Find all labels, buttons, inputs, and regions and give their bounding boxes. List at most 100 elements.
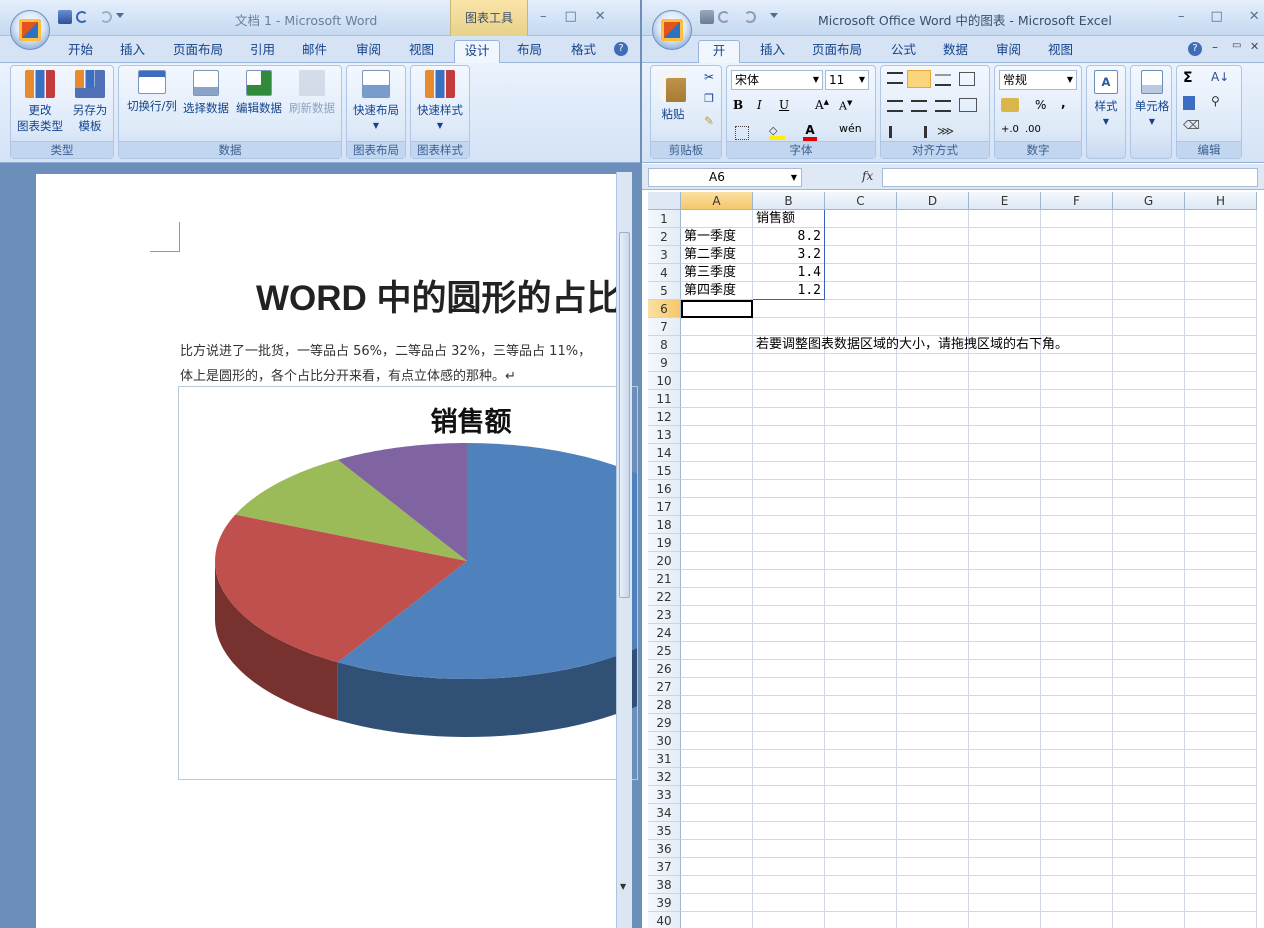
fill-icon[interactable] [1183, 96, 1195, 110]
row-header-13[interactable]: 13 [648, 426, 681, 444]
maximize-icon[interactable]: □ [1211, 9, 1223, 24]
maximize-icon[interactable]: □ [565, 9, 577, 24]
chart-frame[interactable]: 销售额 [178, 386, 638, 780]
cell-B1[interactable]: 销售额 [756, 210, 795, 228]
row-header-25[interactable]: 25 [648, 642, 681, 660]
cell-B4[interactable]: 1.4 [753, 264, 821, 282]
row-header-22[interactable]: 22 [648, 588, 681, 606]
redo-icon[interactable] [100, 11, 112, 23]
merge-center-icon[interactable] [959, 98, 977, 112]
styles-button[interactable]: A 样式 ▼ [1083, 70, 1129, 130]
column-header-F[interactable]: F [1041, 192, 1113, 210]
row-header-38[interactable]: 38 [648, 876, 681, 894]
help-icon[interactable]: ? [614, 42, 628, 56]
cells-button[interactable]: 单元格 ▼ [1127, 70, 1177, 130]
bold-button[interactable]: B [733, 98, 743, 112]
ribbon-minimize-icon[interactable]: – [1212, 40, 1218, 54]
align-middle-icon[interactable] [907, 70, 931, 88]
tab-page-layout[interactable]: 页面布局 [165, 40, 231, 63]
row-header-5[interactable]: 5 [648, 282, 681, 300]
row-header-12[interactable]: 12 [648, 408, 681, 426]
tab-references[interactable]: 引用 [242, 40, 283, 63]
row-header-16[interactable]: 16 [648, 480, 681, 498]
row-header-24[interactable]: 24 [648, 624, 681, 642]
formula-input[interactable] [882, 168, 1258, 187]
spreadsheet-grid[interactable]: ABCDEFGH 1 2 3 4 5 6 7 8 9 10 11 12 13 14 15 16 17 18 19 20… [648, 192, 1264, 928]
minimize-icon[interactable]: – [540, 9, 547, 24]
tab-home[interactable]: 开始 [698, 40, 740, 78]
decrease-indent-icon[interactable] [889, 126, 905, 138]
minimize-icon[interactable]: – [1178, 9, 1185, 24]
row-header-40[interactable]: 40 [648, 912, 681, 928]
shrink-font-icon[interactable]: A▼ [839, 99, 852, 113]
cell-B2[interactable]: 8.2 [753, 228, 821, 246]
borders-icon[interactable] [735, 126, 749, 140]
edit-data-button[interactable]: 编辑数据 [234, 70, 284, 116]
row-header-26[interactable]: 26 [648, 660, 681, 678]
save-icon[interactable] [58, 10, 72, 24]
row-header-2[interactable]: 2 [648, 228, 681, 246]
underline-button[interactable]: U [779, 98, 789, 112]
scroll-thumb[interactable] [619, 232, 630, 598]
column-header-C[interactable]: C [825, 192, 897, 210]
row-header-30[interactable]: 30 [648, 732, 681, 750]
row-header-4[interactable]: 4 [648, 264, 681, 282]
scroll-down-arrow-icon[interactable]: ▼ [620, 882, 626, 891]
tab-layout[interactable]: 布局 [509, 40, 550, 63]
tab-data[interactable]: 数据 [935, 40, 976, 63]
row-header-20[interactable]: 20 [648, 552, 681, 570]
number-format-select[interactable]: 常规 ▼ [999, 70, 1077, 90]
row-header-11[interactable]: 11 [648, 390, 681, 408]
column-header-H[interactable]: H [1185, 192, 1257, 210]
word-page[interactable]: WORD 中的圆形的占比 比方说进了一批货，一等品占 56%，二等品占 32%，… [36, 174, 638, 928]
tab-page-layout[interactable]: 页面布局 [804, 40, 870, 63]
row-header-23[interactable]: 23 [648, 606, 681, 624]
row-header-6[interactable]: 6 [648, 300, 681, 318]
tab-formulas[interactable]: 公式 [883, 40, 924, 63]
row-header-39[interactable]: 39 [648, 894, 681, 912]
wrap-text-icon[interactable]: ⋙ [937, 124, 954, 138]
cell-A2[interactable]: 第一季度 [684, 228, 736, 246]
row-header-7[interactable]: 7 [648, 318, 681, 336]
column-header-B[interactable]: B [753, 192, 825, 210]
select-data-button[interactable]: 选择数据 [181, 70, 231, 116]
row-header-35[interactable]: 35 [648, 822, 681, 840]
column-header-E[interactable]: E [969, 192, 1041, 210]
active-cell-a6[interactable] [681, 300, 753, 318]
accounting-icon[interactable] [1001, 98, 1019, 112]
orientation-icon[interactable] [959, 72, 975, 86]
align-right-icon[interactable] [935, 100, 951, 112]
tab-mailings[interactable]: 邮件 [294, 40, 335, 63]
cut-icon[interactable]: ✂ [699, 70, 719, 90]
tab-design[interactable]: 设计 [454, 40, 500, 63]
row-header-1[interactable]: 1 [648, 210, 681, 228]
fx-button[interactable]: fx [862, 169, 873, 183]
sort-filter-icon[interactable]: A↓ [1211, 70, 1229, 84]
row-header-15[interactable]: 15 [648, 462, 681, 480]
row-header-33[interactable]: 33 [648, 786, 681, 804]
select-all-corner[interactable] [648, 192, 681, 210]
cell-B5[interactable]: 1.2 [753, 282, 821, 300]
fill-color-icon[interactable]: ◇ [769, 124, 785, 140]
cell-B3[interactable]: 3.2 [753, 246, 821, 264]
align-center-icon[interactable] [911, 100, 927, 112]
close-icon[interactable]: ✕ [595, 9, 606, 24]
font-name-select[interactable]: 宋体 ▼ [731, 70, 823, 90]
font-color-icon[interactable]: A [803, 123, 817, 141]
save-icon[interactable] [700, 10, 714, 24]
close-icon[interactable]: ✕ [1249, 9, 1260, 24]
column-header-D[interactable]: D [897, 192, 969, 210]
row-header-17[interactable]: 17 [648, 498, 681, 516]
align-bottom-icon[interactable] [935, 74, 951, 86]
save-as-template-button[interactable]: 另存为 模板 [65, 70, 115, 134]
row-header-31[interactable]: 31 [648, 750, 681, 768]
tab-insert[interactable]: 插入 [112, 40, 153, 63]
cell-A4[interactable]: 第三季度 [684, 264, 736, 282]
italic-button[interactable]: I [757, 98, 762, 112]
copy-icon[interactable]: ❐ [699, 92, 719, 112]
row-header-29[interactable]: 29 [648, 714, 681, 732]
tab-insert[interactable]: 插入 [752, 40, 793, 63]
column-header-G[interactable]: G [1113, 192, 1185, 210]
phonetic-icon[interactable]: wén [839, 122, 862, 135]
quick-styles-button[interactable]: 快速样式 ▼ [415, 70, 465, 134]
